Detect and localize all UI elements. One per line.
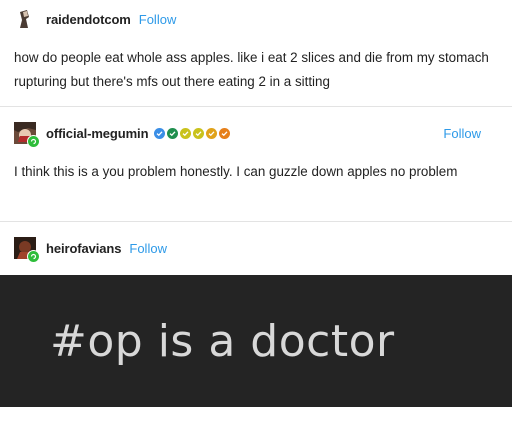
post-text: I think this is a you problem honestly. … — [14, 164, 458, 179]
username[interactable]: heirofavians — [46, 241, 121, 256]
post-header: heirofavians Follow — [14, 237, 167, 263]
verified-check-icon — [206, 127, 218, 139]
avatar[interactable] — [14, 122, 40, 148]
username[interactable]: raidendotcom — [46, 12, 131, 27]
divider — [0, 106, 512, 107]
verified-check-icon — [180, 127, 192, 139]
verification-badges — [154, 127, 231, 139]
username[interactable]: official-megumin — [46, 126, 149, 141]
post-header: raidendotcom Follow — [14, 8, 176, 30]
divider — [0, 221, 512, 222]
online-badge — [27, 250, 40, 263]
verified-check-icon — [193, 127, 205, 139]
avatar[interactable] — [14, 8, 36, 30]
online-badge — [27, 135, 40, 148]
post-text: how do people eat whole ass apples. like… — [14, 50, 489, 89]
follow-button[interactable]: Follow — [443, 126, 481, 141]
avatar-image — [14, 8, 36, 30]
avatar[interactable] — [14, 237, 40, 263]
refresh-icon — [30, 138, 37, 145]
verified-check-icon — [154, 127, 166, 139]
refresh-icon — [30, 253, 37, 260]
image-caption: #op is a doctor — [50, 316, 395, 367]
verified-check-icon — [167, 127, 179, 139]
post-header: official-megumin Follow — [14, 122, 498, 148]
follow-button[interactable]: Follow — [129, 241, 167, 256]
follow-button[interactable]: Follow — [139, 12, 177, 27]
verified-check-icon — [219, 127, 231, 139]
